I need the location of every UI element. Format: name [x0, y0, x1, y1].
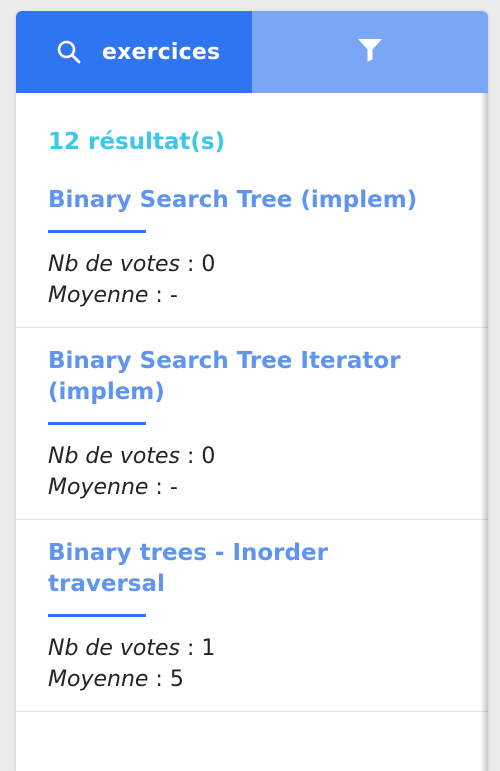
separator: : — [148, 667, 170, 692]
list-item[interactable]: Binary Search Tree (implem) Nb de votes … — [16, 157, 488, 328]
average-label: Moyenne — [48, 283, 149, 308]
item-title[interactable]: Binary trees - Inorder traversal — [48, 520, 448, 600]
item-title[interactable]: Binary Search Tree (implem) — [48, 157, 448, 216]
separator: : — [148, 475, 170, 500]
average-row: Moyenne : - — [48, 472, 448, 503]
results-list[interactable]: 12 résultat(s) Binary Search Tree (imple… — [16, 93, 488, 771]
votes-label: Nb de votes — [48, 252, 181, 277]
votes-value: 0 — [201, 444, 216, 469]
separator: : — [180, 444, 202, 469]
results-count: 12 résultat(s) — [48, 129, 226, 155]
average-row: Moyenne : 5 — [48, 664, 448, 695]
results-panel: exercices 12 résultat(s) Binary Search T… — [16, 11, 488, 771]
list-item[interactable]: Binary Search Tree Iterator (implem) Nb … — [16, 328, 488, 520]
average-label: Moyenne — [48, 475, 149, 500]
average-value: - — [169, 475, 178, 500]
search-icon — [56, 38, 84, 66]
search-tab[interactable]: exercices — [16, 11, 252, 93]
search-label: exercices — [102, 39, 221, 65]
item-meta: Nb de votes : 0 Moyenne : - — [48, 249, 448, 327]
filter-button[interactable] — [252, 11, 488, 93]
votes-value: 1 — [201, 636, 216, 661]
separator: : — [180, 252, 202, 277]
votes-row: Nb de votes : 0 — [48, 441, 448, 472]
average-row: Moyenne : - — [48, 280, 448, 311]
votes-label: Nb de votes — [48, 636, 181, 661]
votes-row: Nb de votes : 1 — [48, 633, 448, 664]
title-underline — [48, 230, 146, 233]
scrollbar[interactable] — [480, 93, 488, 771]
separator: : — [148, 283, 170, 308]
votes-value: 0 — [201, 252, 216, 277]
average-label: Moyenne — [48, 667, 149, 692]
average-value: 5 — [169, 667, 184, 692]
votes-row: Nb de votes : 0 — [48, 249, 448, 280]
filter-icon — [357, 38, 383, 66]
list-item[interactable]: Binary trees - Inorder traversal Nb de v… — [16, 520, 488, 712]
item-meta: Nb de votes : 0 Moyenne : - — [48, 441, 448, 519]
separator: : — [180, 636, 202, 661]
title-underline — [48, 614, 146, 617]
item-meta: Nb de votes : 1 Moyenne : 5 — [48, 633, 448, 711]
item-title[interactable]: Binary Search Tree Iterator (implem) — [48, 328, 448, 408]
votes-label: Nb de votes — [48, 444, 181, 469]
title-underline — [48, 422, 146, 425]
toolbar: exercices — [16, 11, 488, 93]
average-value: - — [169, 283, 178, 308]
